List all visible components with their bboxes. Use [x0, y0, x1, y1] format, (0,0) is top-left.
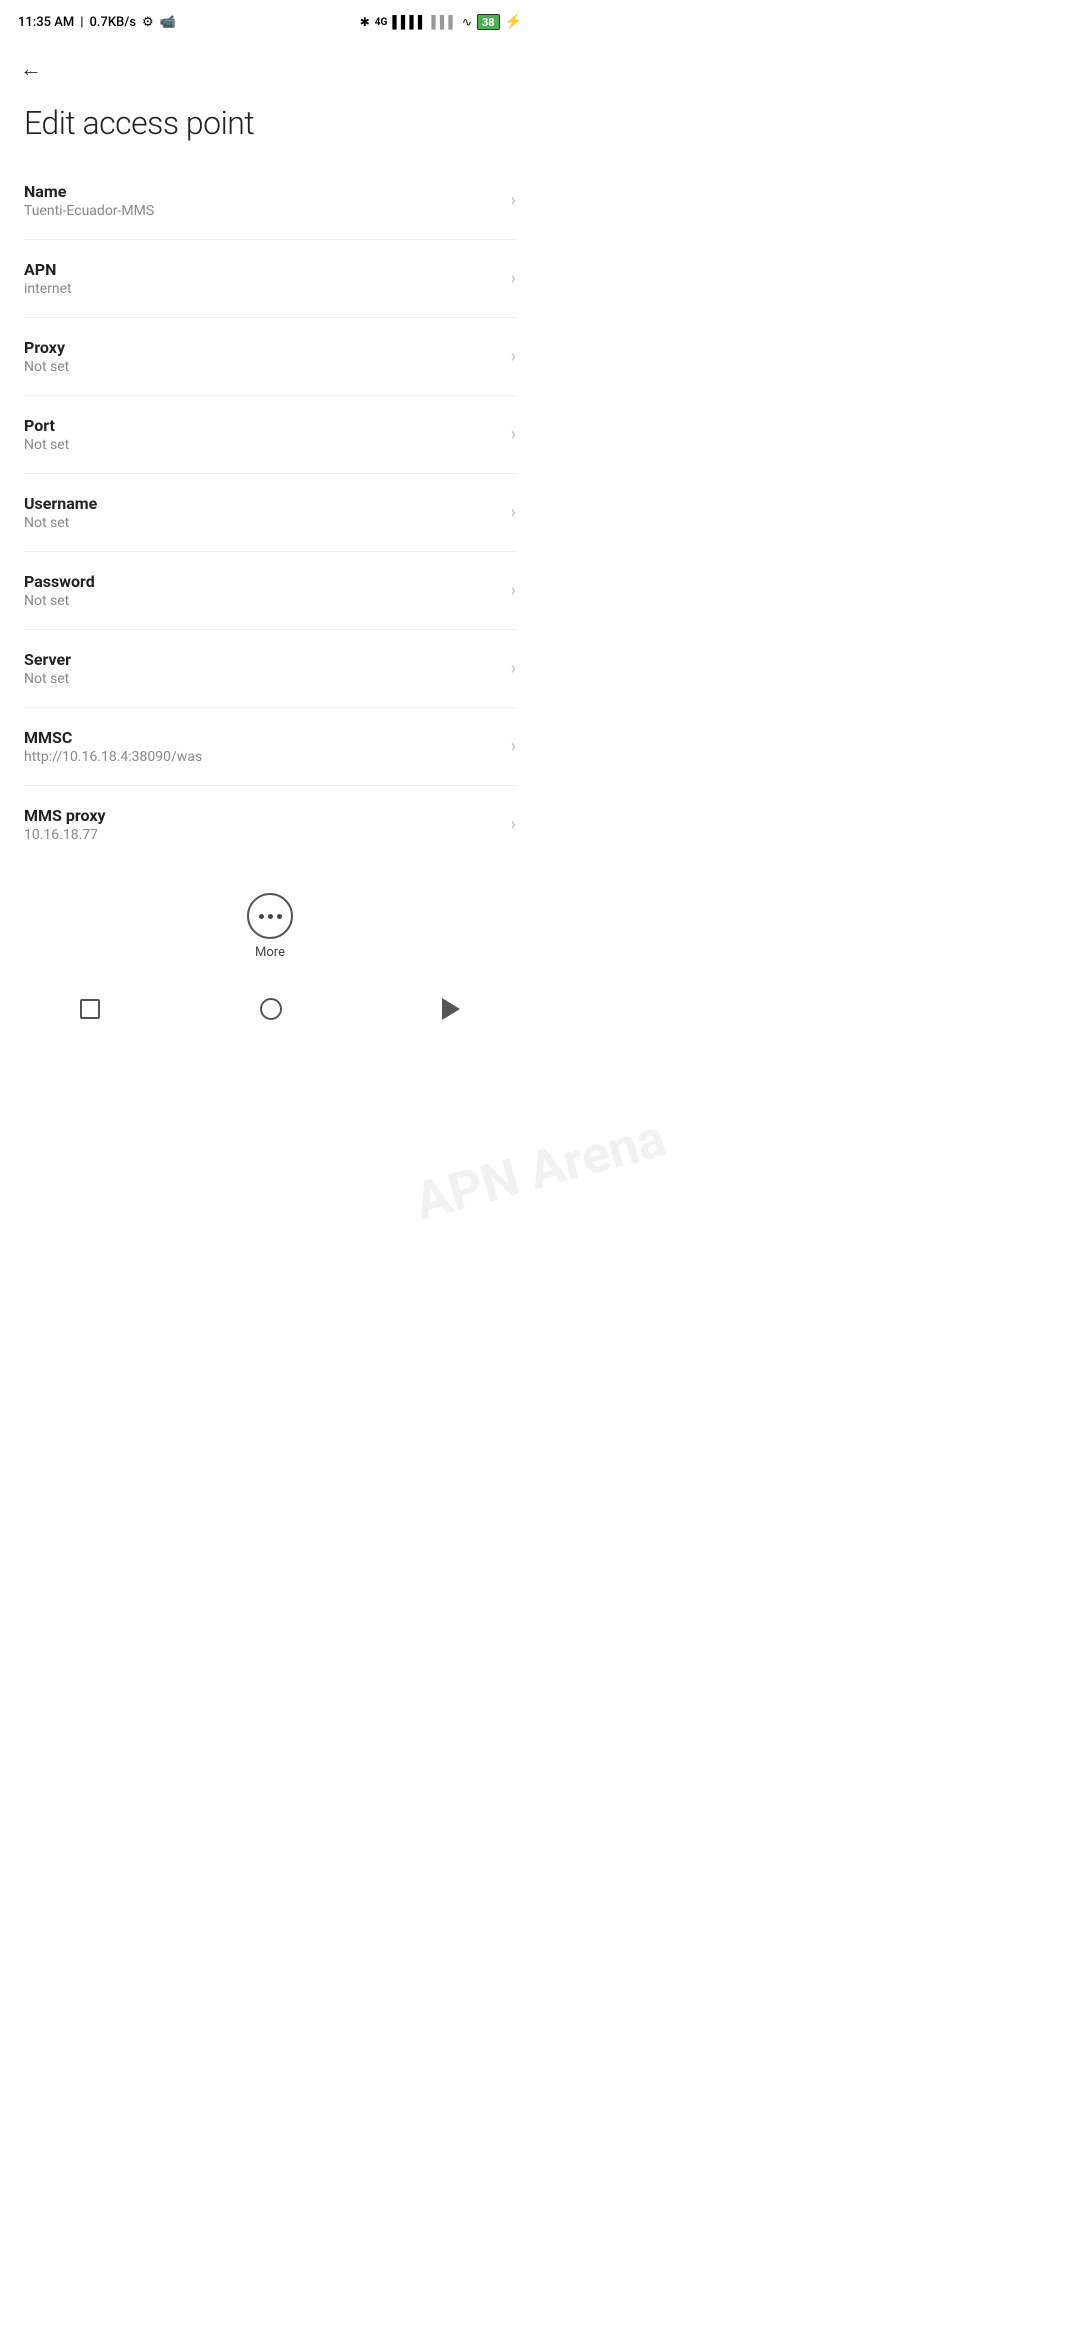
bottom-nav [0, 986, 540, 1040]
chevron-right-icon: › [511, 580, 516, 601]
settings-item-content: Proxy Not set [24, 338, 501, 375]
more-button[interactable] [247, 893, 293, 939]
settings-item-value: Not set [24, 515, 501, 531]
settings-item-value: Not set [24, 593, 501, 609]
settings-item-label: APN [24, 260, 501, 279]
status-bar: 11:35 AM | 0.7KB/s ⚙ 📹 ✱ 4G ▌▌▌▌ ▌▌▌ ∿ 3… [0, 0, 540, 40]
recent-apps-icon [80, 999, 100, 1019]
more-dots-icon [259, 914, 282, 919]
settings-item-content: Name Tuenti-Ecuador-MMS [24, 182, 501, 219]
battery-percent: 38 [482, 16, 495, 29]
chevron-right-icon: › [511, 736, 516, 757]
settings-item[interactable]: APN internet › [24, 240, 516, 318]
settings-item-content: Server Not set [24, 650, 501, 687]
page-title: Edit access point [0, 90, 540, 162]
settings-item-label: Username [24, 494, 501, 513]
chevron-right-icon: › [511, 502, 516, 523]
home-button[interactable] [260, 998, 282, 1020]
back-arrow-icon: ← [20, 57, 42, 82]
back-nav-icon [442, 998, 460, 1020]
signal-bars-icon: ▌▌▌▌ [392, 15, 426, 29]
status-left: 11:35 AM | 0.7KB/s ⚙ 📹 [18, 15, 176, 30]
video-icon: 📹 [160, 15, 176, 30]
settings-item-label: Port [24, 416, 501, 435]
settings-item-value: internet [24, 281, 501, 297]
settings-item[interactable]: Server Not set › [24, 630, 516, 708]
settings-list: NameTuenti-Ecuador-MMS›APNinternet›Proxy… [0, 162, 540, 863]
settings-item-label: Password [24, 572, 501, 591]
speed-display: 0.7KB/s [89, 15, 136, 30]
settings-item-content: Port Not set [24, 416, 501, 453]
settings-item-value: Not set [24, 437, 501, 453]
chevron-right-icon: › [511, 814, 516, 835]
settings-item-content: Password Not set [24, 572, 501, 609]
settings-item-content: Username Not set [24, 494, 501, 531]
chevron-right-icon: › [511, 424, 516, 445]
more-label: More [255, 945, 285, 960]
time-display: 11:35 AM [18, 15, 74, 30]
settings-item[interactable]: Port Not set › [24, 396, 516, 474]
settings-item-value: Not set [24, 359, 501, 375]
watermark: APN Arena [408, 1107, 672, 1232]
settings-item[interactable]: MMS proxy 10.16.18.77 › [24, 786, 516, 863]
settings-item-value: http://10.16.18.4:38090/was [24, 749, 501, 765]
chevron-right-icon: › [511, 190, 516, 211]
back-button[interactable]: ← [0, 40, 540, 90]
settings-item-content: MMS proxy 10.16.18.77 [24, 806, 501, 843]
chevron-right-icon: › [511, 658, 516, 679]
settings-item[interactable]: Name Tuenti-Ecuador-MMS › [24, 162, 516, 240]
charging-icon: ⚡ [505, 14, 522, 30]
settings-item-label: Proxy [24, 338, 501, 357]
battery-icon: 38 [477, 14, 500, 30]
settings-item[interactable]: Username Not set › [24, 474, 516, 552]
settings-item-value: Not set [24, 671, 501, 687]
signal-bars2-icon: ▌▌▌ [431, 15, 457, 29]
separator: | [80, 15, 83, 30]
settings-icon: ⚙ [142, 15, 154, 30]
settings-item-value: 10.16.18.77 [24, 827, 501, 843]
settings-item-value: Tuenti-Ecuador-MMS [24, 203, 501, 219]
settings-item-content: MMSC http://10.16.18.4:38090/was [24, 728, 501, 765]
settings-item-label: Name [24, 182, 501, 201]
recent-apps-button[interactable] [80, 999, 100, 1019]
wifi-icon: ∿ [462, 15, 472, 29]
settings-item[interactable]: Password Not set › [24, 552, 516, 630]
back-nav-button[interactable] [442, 998, 460, 1020]
status-right: ✱ 4G ▌▌▌▌ ▌▌▌ ∿ 38 ⚡ [360, 14, 522, 30]
settings-item[interactable]: Proxy Not set › [24, 318, 516, 396]
chevron-right-icon: › [511, 268, 516, 289]
signal-4g-icon: 4G [375, 17, 388, 28]
settings-item-label: Server [24, 650, 501, 669]
home-icon [260, 998, 282, 1020]
settings-item-content: APN internet [24, 260, 501, 297]
bluetooth-icon: ✱ [360, 15, 370, 29]
more-section: More [0, 873, 540, 976]
chevron-right-icon: › [511, 346, 516, 367]
settings-item-label: MMS proxy [24, 806, 501, 825]
settings-item-label: MMSC [24, 728, 501, 747]
settings-item[interactable]: MMSC http://10.16.18.4:38090/was › [24, 708, 516, 786]
